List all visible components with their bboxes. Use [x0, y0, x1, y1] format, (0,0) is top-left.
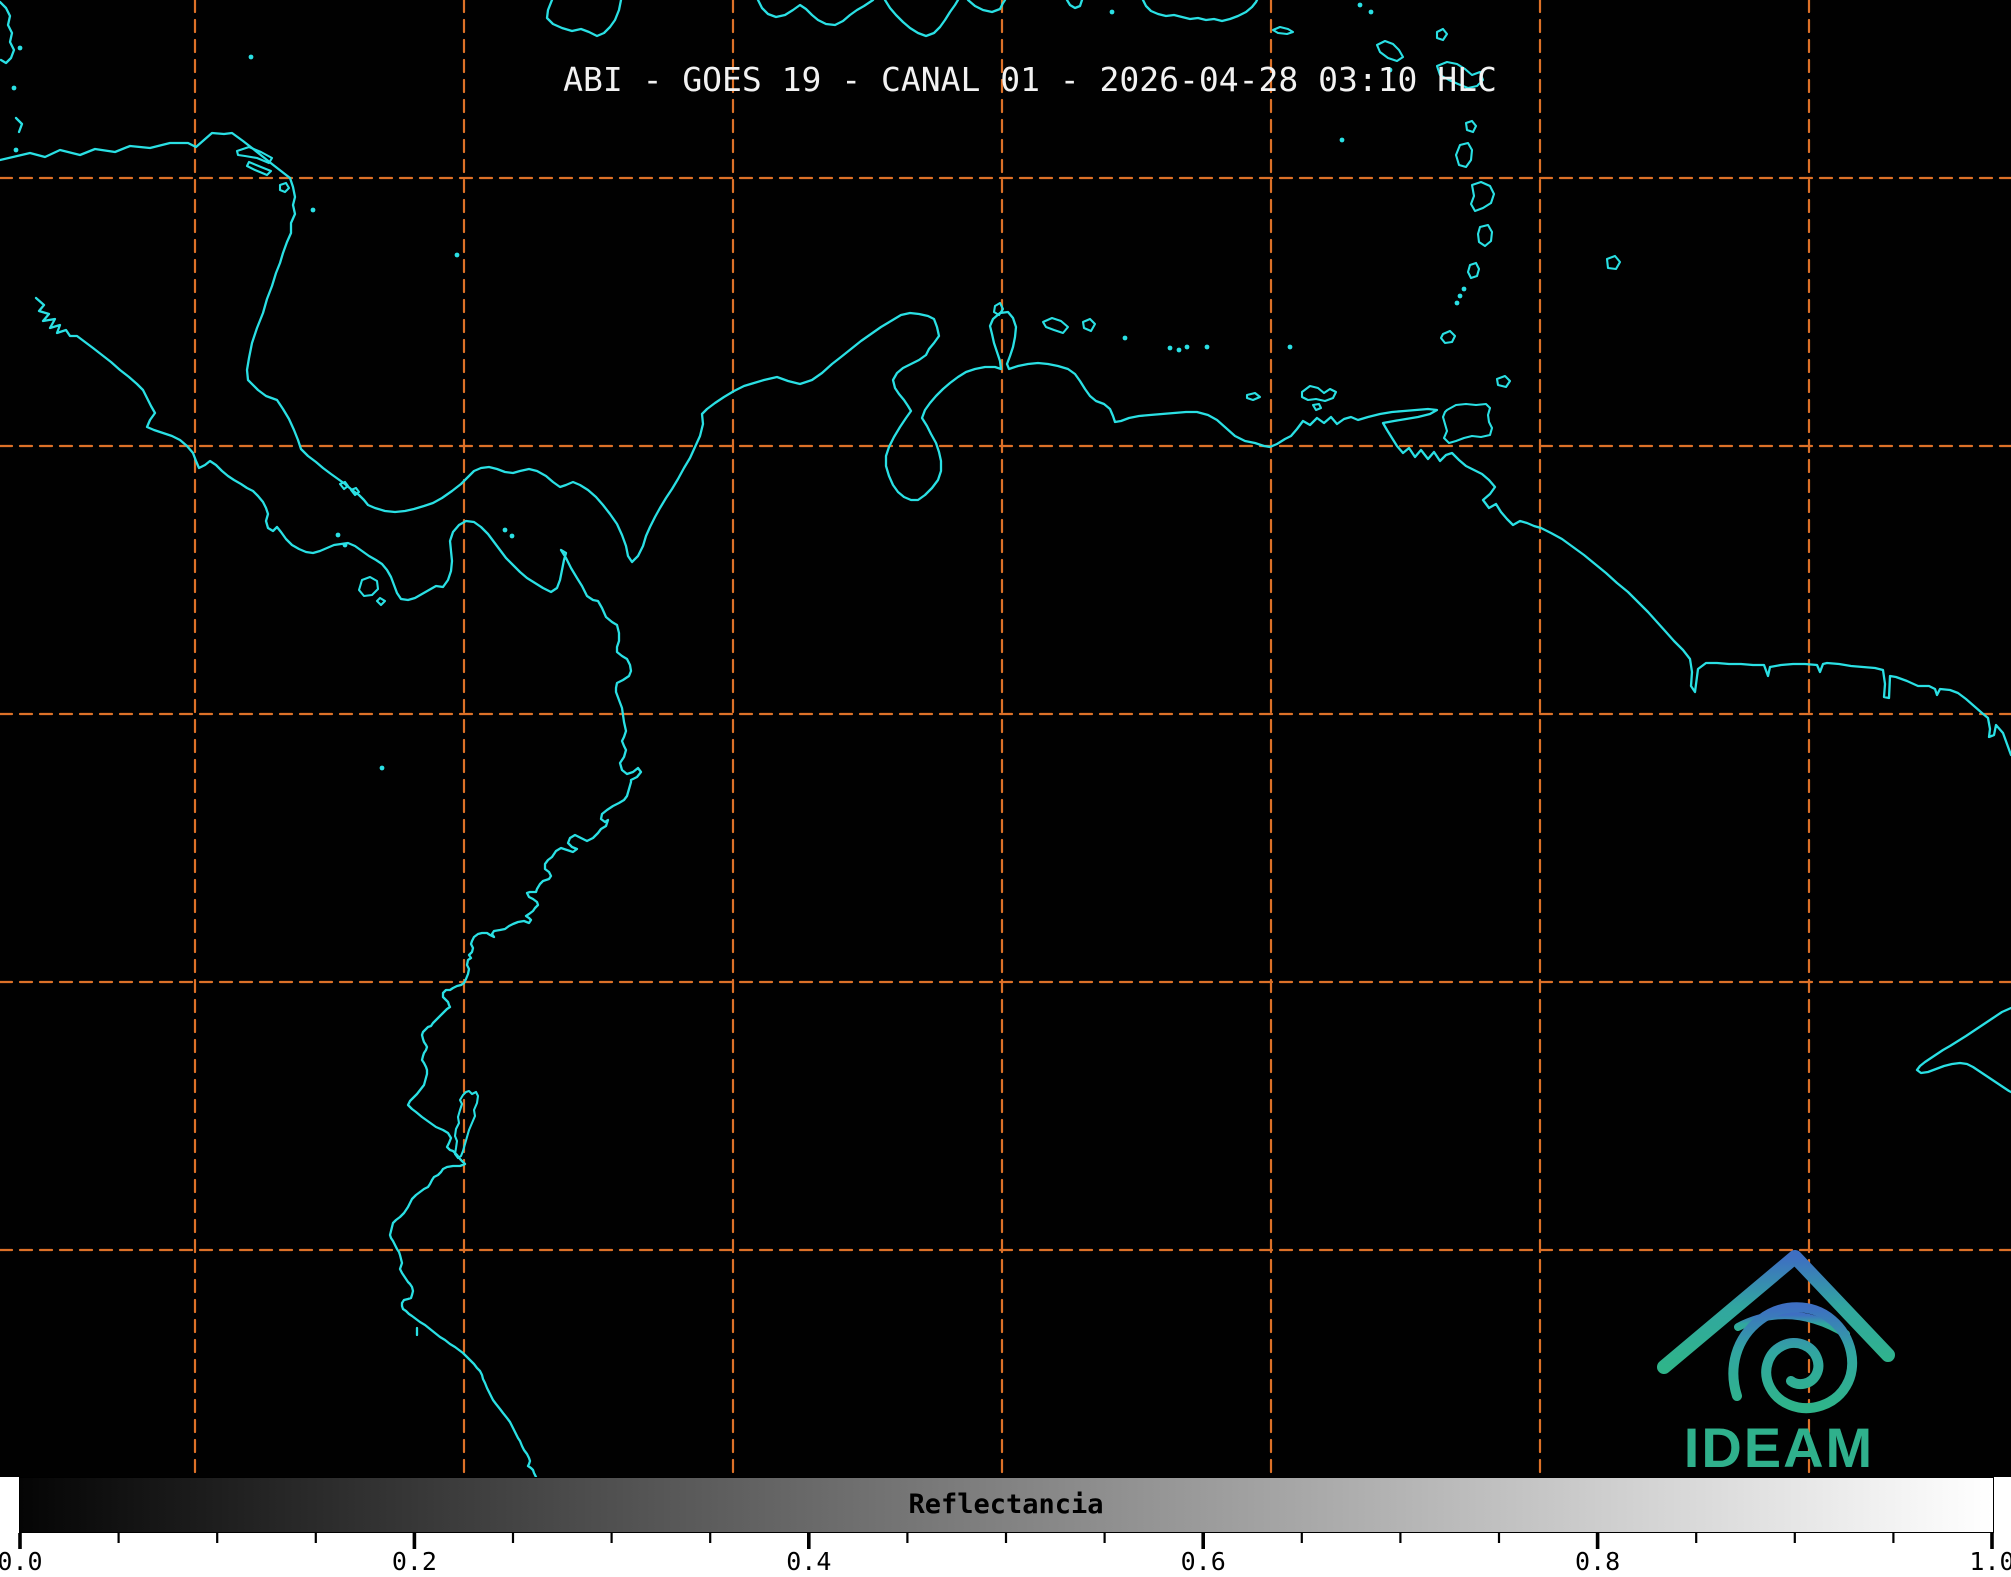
islet-dot [1204, 344, 1210, 350]
islet-dot [1339, 137, 1345, 143]
island-outline [1469, 180, 1496, 213]
map-area: ABI - GOES 19 - CANAL 01 - 2026-04-28 03… [0, 0, 2011, 1479]
island-outline [1311, 402, 1323, 412]
islet-dot [1167, 345, 1173, 351]
islet-dot [1454, 300, 1460, 306]
tick-label: 0.0 [0, 1547, 43, 1576]
islet-dot [1461, 286, 1467, 292]
coastline [34, 296, 643, 1477]
tick-label: 1.0 [1969, 1547, 2011, 1576]
island-outline [1605, 254, 1622, 271]
islet-dot [509, 533, 515, 539]
island-outline [245, 160, 273, 177]
islet-dot [1184, 344, 1190, 350]
island-outline [1495, 374, 1512, 389]
islet-dot [1109, 9, 1115, 15]
tick-label: 0.2 [391, 1547, 437, 1576]
coastline [0, 0, 16, 65]
islet-dot [17, 45, 23, 51]
satellite-image-viewer: ABI - GOES 19 - CANAL 01 - 2026-04-28 03… [0, 0, 2011, 1577]
ideam-mountain-icon [1657, 1250, 1895, 1414]
island-outline [1271, 25, 1295, 36]
coastline [966, 0, 1007, 14]
coastline [1141, 0, 1259, 23]
coastline [0, 131, 2011, 757]
island-outline [1375, 39, 1405, 63]
coastline [14, 116, 24, 134]
colorbar-label: Reflectancia [908, 1489, 1104, 1520]
coastline [883, 0, 960, 38]
island-outline [1300, 384, 1338, 403]
coastline [545, 0, 623, 38]
island-outline [338, 480, 350, 491]
tick-label: 0.4 [786, 1547, 832, 1576]
colorbar: Reflectancia 0.0 0.2 0.4 0.6 0.8 1.0 [0, 1477, 2011, 1577]
islet-dot [1368, 9, 1374, 15]
islet-dot [1176, 347, 1182, 353]
colorbar-gradient: Reflectancia [19, 1477, 1994, 1533]
island-outline [1041, 316, 1070, 335]
coastline [756, 0, 875, 27]
island-outline [1441, 402, 1494, 445]
island-outline [1476, 223, 1494, 248]
tick-label: 0.6 [1180, 1547, 1226, 1576]
islet-dot [248, 54, 254, 60]
island-outline [1454, 141, 1474, 169]
island-outline [375, 596, 387, 607]
colorbar-ticks [18, 1533, 1994, 1549]
islet-dot [13, 147, 19, 153]
image-title: ABI - GOES 19 - CANAL 01 - 2026-04-28 03… [563, 60, 1497, 99]
islet-dot [1122, 335, 1128, 341]
island-outline [453, 1089, 480, 1160]
island-outline [1439, 329, 1457, 345]
islet-dot [11, 85, 17, 91]
islet-dot [454, 252, 460, 258]
islet-dot [379, 765, 385, 771]
ideam-logo-text: IDEAM [1684, 1416, 1874, 1479]
ideam-logo: IDEAM [1657, 1250, 1895, 1479]
island-outline [1464, 119, 1478, 134]
islet-dot [342, 542, 348, 548]
coastline [1065, 0, 1084, 10]
island-outline [1245, 391, 1262, 402]
islet-dot [310, 207, 316, 213]
islet-dot [1457, 293, 1463, 299]
island-outline [278, 181, 291, 194]
coastline [1915, 1006, 2011, 1094]
tick-label: 0.8 [1575, 1547, 1621, 1576]
island-outline [1435, 27, 1449, 42]
islet-dot [502, 527, 508, 533]
island-outline [357, 575, 380, 598]
islet-dot [1287, 344, 1293, 350]
islet-dot [335, 532, 341, 538]
island-outline [1081, 317, 1097, 333]
island-outline [1466, 261, 1481, 280]
islet-dot [1357, 2, 1363, 8]
